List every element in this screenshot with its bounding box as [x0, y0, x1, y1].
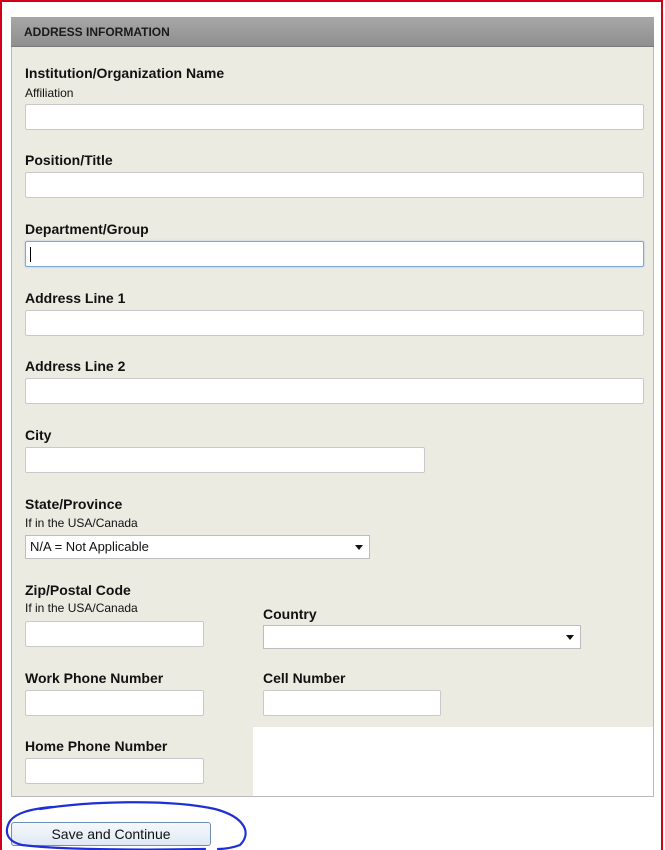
home-phone-input[interactable] [25, 758, 204, 784]
home-phone-label: Home Phone Number [25, 738, 168, 754]
address2-input[interactable] [25, 378, 644, 404]
institution-input[interactable] [25, 104, 644, 130]
position-label: Position/Title [25, 152, 113, 168]
work-phone-input[interactable] [25, 690, 204, 716]
chevron-down-icon [355, 545, 363, 550]
zip-input[interactable] [25, 621, 204, 647]
department-label: Department/Group [25, 221, 149, 237]
department-input[interactable] [25, 241, 644, 267]
zip-label: Zip/Postal Code [25, 582, 131, 598]
chevron-down-icon [566, 635, 574, 640]
country-select[interactable] [263, 625, 581, 649]
address2-label: Address Line 2 [25, 358, 126, 374]
city-label: City [25, 427, 52, 443]
city-input[interactable] [25, 447, 425, 473]
state-sublabel: If in the USA/Canada [25, 516, 138, 530]
zip-sublabel: If in the USA/Canada [25, 601, 138, 615]
blank-area [253, 727, 653, 796]
cell-input[interactable] [263, 690, 441, 716]
state-select[interactable]: N/A = Not Applicable [25, 535, 370, 559]
work-phone-label: Work Phone Number [25, 670, 164, 686]
institution-sublabel: Affiliation [25, 86, 74, 100]
state-selected-value: N/A = Not Applicable [30, 539, 149, 554]
state-label: State/Province [25, 496, 123, 512]
address1-input[interactable] [25, 310, 644, 336]
cell-label: Cell Number [263, 670, 346, 686]
text-caret [30, 247, 31, 262]
annotation-circle [5, 801, 247, 850]
institution-label: Institution/Organization Name [25, 65, 225, 81]
address1-label: Address Line 1 [25, 290, 126, 306]
country-label: Country [263, 606, 317, 622]
section-header: ADDRESS INFORMATION [11, 17, 654, 47]
position-input[interactable] [25, 172, 644, 198]
